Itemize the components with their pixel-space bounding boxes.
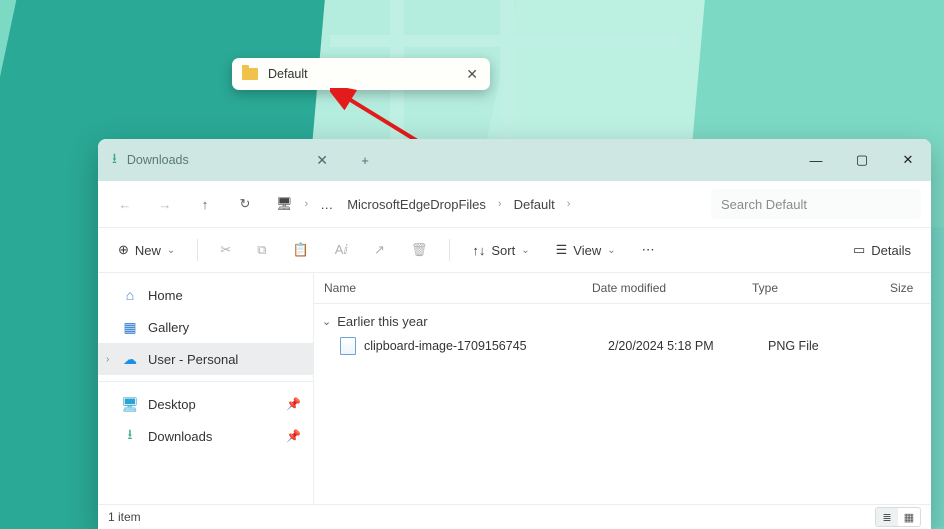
- close-window-button[interactable]: ✕: [885, 139, 931, 181]
- rename-icon: Aⅈ: [335, 242, 348, 258]
- paste-button[interactable]: 📋: [285, 235, 317, 265]
- close-icon[interactable]: ✕: [462, 63, 482, 85]
- search-input[interactable]: Search Default: [711, 189, 921, 219]
- col-size[interactable]: Size: [880, 281, 931, 295]
- thumbnails-view-icon[interactable]: ▦: [898, 508, 920, 526]
- chevron-down-icon: ⌄: [322, 315, 331, 328]
- new-tab-button[interactable]: +: [344, 139, 386, 181]
- status-text: 1 item: [108, 510, 141, 524]
- details-view-icon[interactable]: ≣: [876, 508, 898, 526]
- desktop-icon: 🖥: [122, 396, 138, 412]
- gallery-icon: ▦: [122, 319, 138, 335]
- more-icon: ⋯: [642, 242, 655, 258]
- breadcrumb-overflow[interactable]: …: [320, 197, 335, 212]
- more-button[interactable]: ⋯: [634, 235, 663, 265]
- chevron-right-icon[interactable]: ›: [106, 354, 109, 365]
- command-bar: ⊕ New ⌄ ✂ ⧉ 📋 Aⅈ ↗ 🗑 ↑↓ Sort ⌄ ☰ View ⌄ …: [98, 228, 931, 273]
- clipboard-icon: 📋: [293, 242, 309, 258]
- file-name: clipboard-image-1709156745: [364, 339, 527, 353]
- col-type[interactable]: Type: [742, 281, 880, 295]
- download-icon: ⭳: [112, 148, 117, 172]
- detached-tab-label: Default: [268, 67, 308, 81]
- view-button[interactable]: ☰ View ⌄: [548, 235, 624, 265]
- pin-icon[interactable]: 📌: [286, 397, 301, 411]
- chevron-right-icon: ›: [498, 198, 502, 210]
- plus-icon: +: [361, 153, 369, 168]
- chevron-down-icon: ⌄: [607, 245, 615, 256]
- file-icon: [340, 337, 356, 355]
- new-button[interactable]: ⊕ New ⌄: [110, 235, 183, 265]
- view-icon: ☰: [556, 242, 568, 258]
- close-tab-icon[interactable]: ✕: [312, 148, 332, 173]
- tab-label: Downloads: [127, 153, 189, 167]
- sort-button[interactable]: ↑↓ Sort ⌄: [464, 235, 537, 265]
- maximize-button[interactable]: ▢: [839, 139, 885, 181]
- col-name[interactable]: Name: [314, 281, 582, 295]
- sidebar-item-user-personal[interactable]: › ☁ User - Personal: [98, 343, 313, 375]
- file-type: PNG File: [758, 339, 896, 353]
- cut-button[interactable]: ✂: [212, 235, 239, 265]
- group-header-earlier-this-year[interactable]: ⌄ Earlier this year: [314, 310, 931, 333]
- detached-tab-default[interactable]: Default ✕: [232, 58, 490, 90]
- col-date[interactable]: Date modified: [582, 281, 742, 295]
- search-placeholder: Search Default: [721, 197, 807, 212]
- details-pane-button[interactable]: ▭ Details: [845, 235, 919, 265]
- navigation-pane: ⌂ Home ▦ Gallery › ☁ User - Personal 🖥 D…: [98, 273, 314, 504]
- scissors-icon: ✂: [220, 242, 231, 258]
- up-button[interactable]: ↑: [188, 188, 222, 220]
- file-size: 160 KB: [896, 339, 931, 353]
- chevron-down-icon: ⌄: [167, 245, 175, 256]
- pin-icon[interactable]: 📌: [286, 429, 301, 443]
- details-icon: ▭: [853, 242, 865, 258]
- tab-downloads[interactable]: ⭳ Downloads ✕: [98, 139, 344, 181]
- forward-button[interactable]: →: [148, 188, 182, 220]
- breadcrumb[interactable]: 🖥 › … MicrosoftEdgeDropFiles › Default ›: [268, 188, 705, 220]
- plus-circle-icon: ⊕: [118, 242, 129, 258]
- file-row[interactable]: clipboard-image-1709156745 2/20/2024 5:1…: [314, 333, 931, 359]
- breadcrumb-seg-1[interactable]: MicrosoftEdgeDropFiles: [347, 197, 486, 212]
- download-icon: ⭳: [122, 428, 138, 444]
- share-button[interactable]: ↗: [366, 235, 393, 265]
- folder-icon: [242, 68, 258, 80]
- file-list-pane: Name Date modified Type Size ⌄ Earlier t…: [314, 273, 931, 504]
- file-explorer-window: ⭳ Downloads ✕ + — ▢ ✕ ← → ↑ ↻ 🖥 › … Micr…: [98, 139, 931, 529]
- share-icon: ↗: [374, 242, 385, 258]
- monitor-icon: 🖥: [276, 196, 293, 212]
- delete-button[interactable]: 🗑: [403, 235, 436, 265]
- trash-icon: 🗑: [411, 242, 428, 258]
- minimize-button[interactable]: —: [793, 139, 839, 181]
- home-icon: ⌂: [122, 287, 138, 303]
- chevron-right-icon: ›: [305, 198, 309, 210]
- refresh-button[interactable]: ↻: [228, 188, 262, 220]
- copy-button[interactable]: ⧉: [249, 235, 274, 265]
- breadcrumb-seg-2[interactable]: Default: [514, 197, 555, 212]
- window-titlebar[interactable]: ⭳ Downloads ✕ + — ▢ ✕: [98, 139, 931, 181]
- file-date: 2/20/2024 5:18 PM: [598, 339, 758, 353]
- status-bar: 1 item ≣ ▦: [98, 504, 931, 529]
- address-bar: ← → ↑ ↻ 🖥 › … MicrosoftEdgeDropFiles › D…: [98, 181, 931, 228]
- sidebar-item-home[interactable]: ⌂ Home: [98, 279, 313, 311]
- rename-button[interactable]: Aⅈ: [327, 235, 356, 265]
- sort-icon: ↑↓: [472, 243, 485, 258]
- copy-icon: ⧉: [257, 242, 266, 258]
- sidebar-item-downloads[interactable]: ⭳ Downloads 📌: [98, 420, 313, 452]
- sidebar-item-desktop[interactable]: 🖥 Desktop 📌: [98, 388, 313, 420]
- chevron-right-icon: ›: [567, 198, 571, 210]
- view-mode-toggle[interactable]: ≣ ▦: [875, 507, 921, 527]
- sidebar-item-gallery[interactable]: ▦ Gallery: [98, 311, 313, 343]
- onedrive-icon: ☁: [122, 351, 138, 367]
- column-headers[interactable]: Name Date modified Type Size: [314, 273, 931, 304]
- chevron-down-icon: ⌄: [521, 245, 529, 256]
- back-button[interactable]: ←: [108, 188, 142, 220]
